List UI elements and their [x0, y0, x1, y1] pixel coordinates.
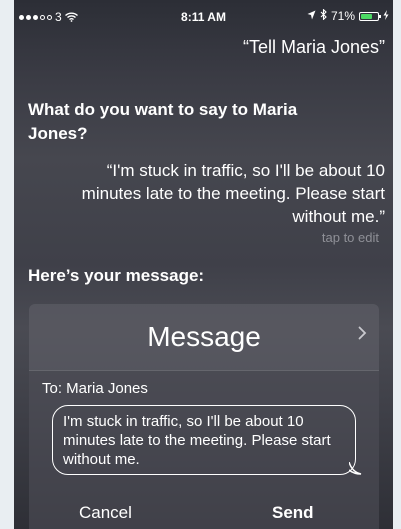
cancel-button[interactable]: Cancel [79, 503, 132, 523]
battery-icon [359, 11, 381, 21]
siri-screen: 3 8:11 AM 71% “Tell Maria Jones” What do… [14, 0, 393, 529]
heres-your-message-heading: Here’s your message: [28, 266, 205, 285]
chevron-right-icon [358, 326, 367, 345]
recipient-line: To: Maria Jones [42, 380, 148, 397]
message-bubble: I'm stuck in traffic, so I'll be about 1… [52, 405, 356, 475]
status-bar: 3 8:11 AM 71% [14, 0, 393, 34]
charging-icon [383, 9, 389, 23]
message-card: Message To: Maria Jones I'm stuck in tra… [29, 304, 379, 529]
tap-to-edit-hint: tap to edit [321, 230, 379, 245]
location-arrow-icon [307, 9, 316, 23]
message-card-title: Message [147, 321, 261, 352]
dictated-message-text[interactable]: “I'm stuck in traffic, so I'll be about … [65, 159, 385, 228]
bubble-tail-icon [348, 461, 363, 481]
battery-percent: 71% [330, 9, 355, 23]
user-query-text: “Tell Maria Jones” [242, 37, 385, 57]
bluetooth-icon [320, 8, 327, 23]
message-card-header[interactable]: Message [29, 304, 379, 371]
status-right: 71% [307, 8, 389, 23]
send-button[interactable]: Send [272, 503, 314, 523]
siri-question: What do you want to say to Maria Jones? [28, 100, 298, 143]
battery-fill [361, 13, 372, 19]
